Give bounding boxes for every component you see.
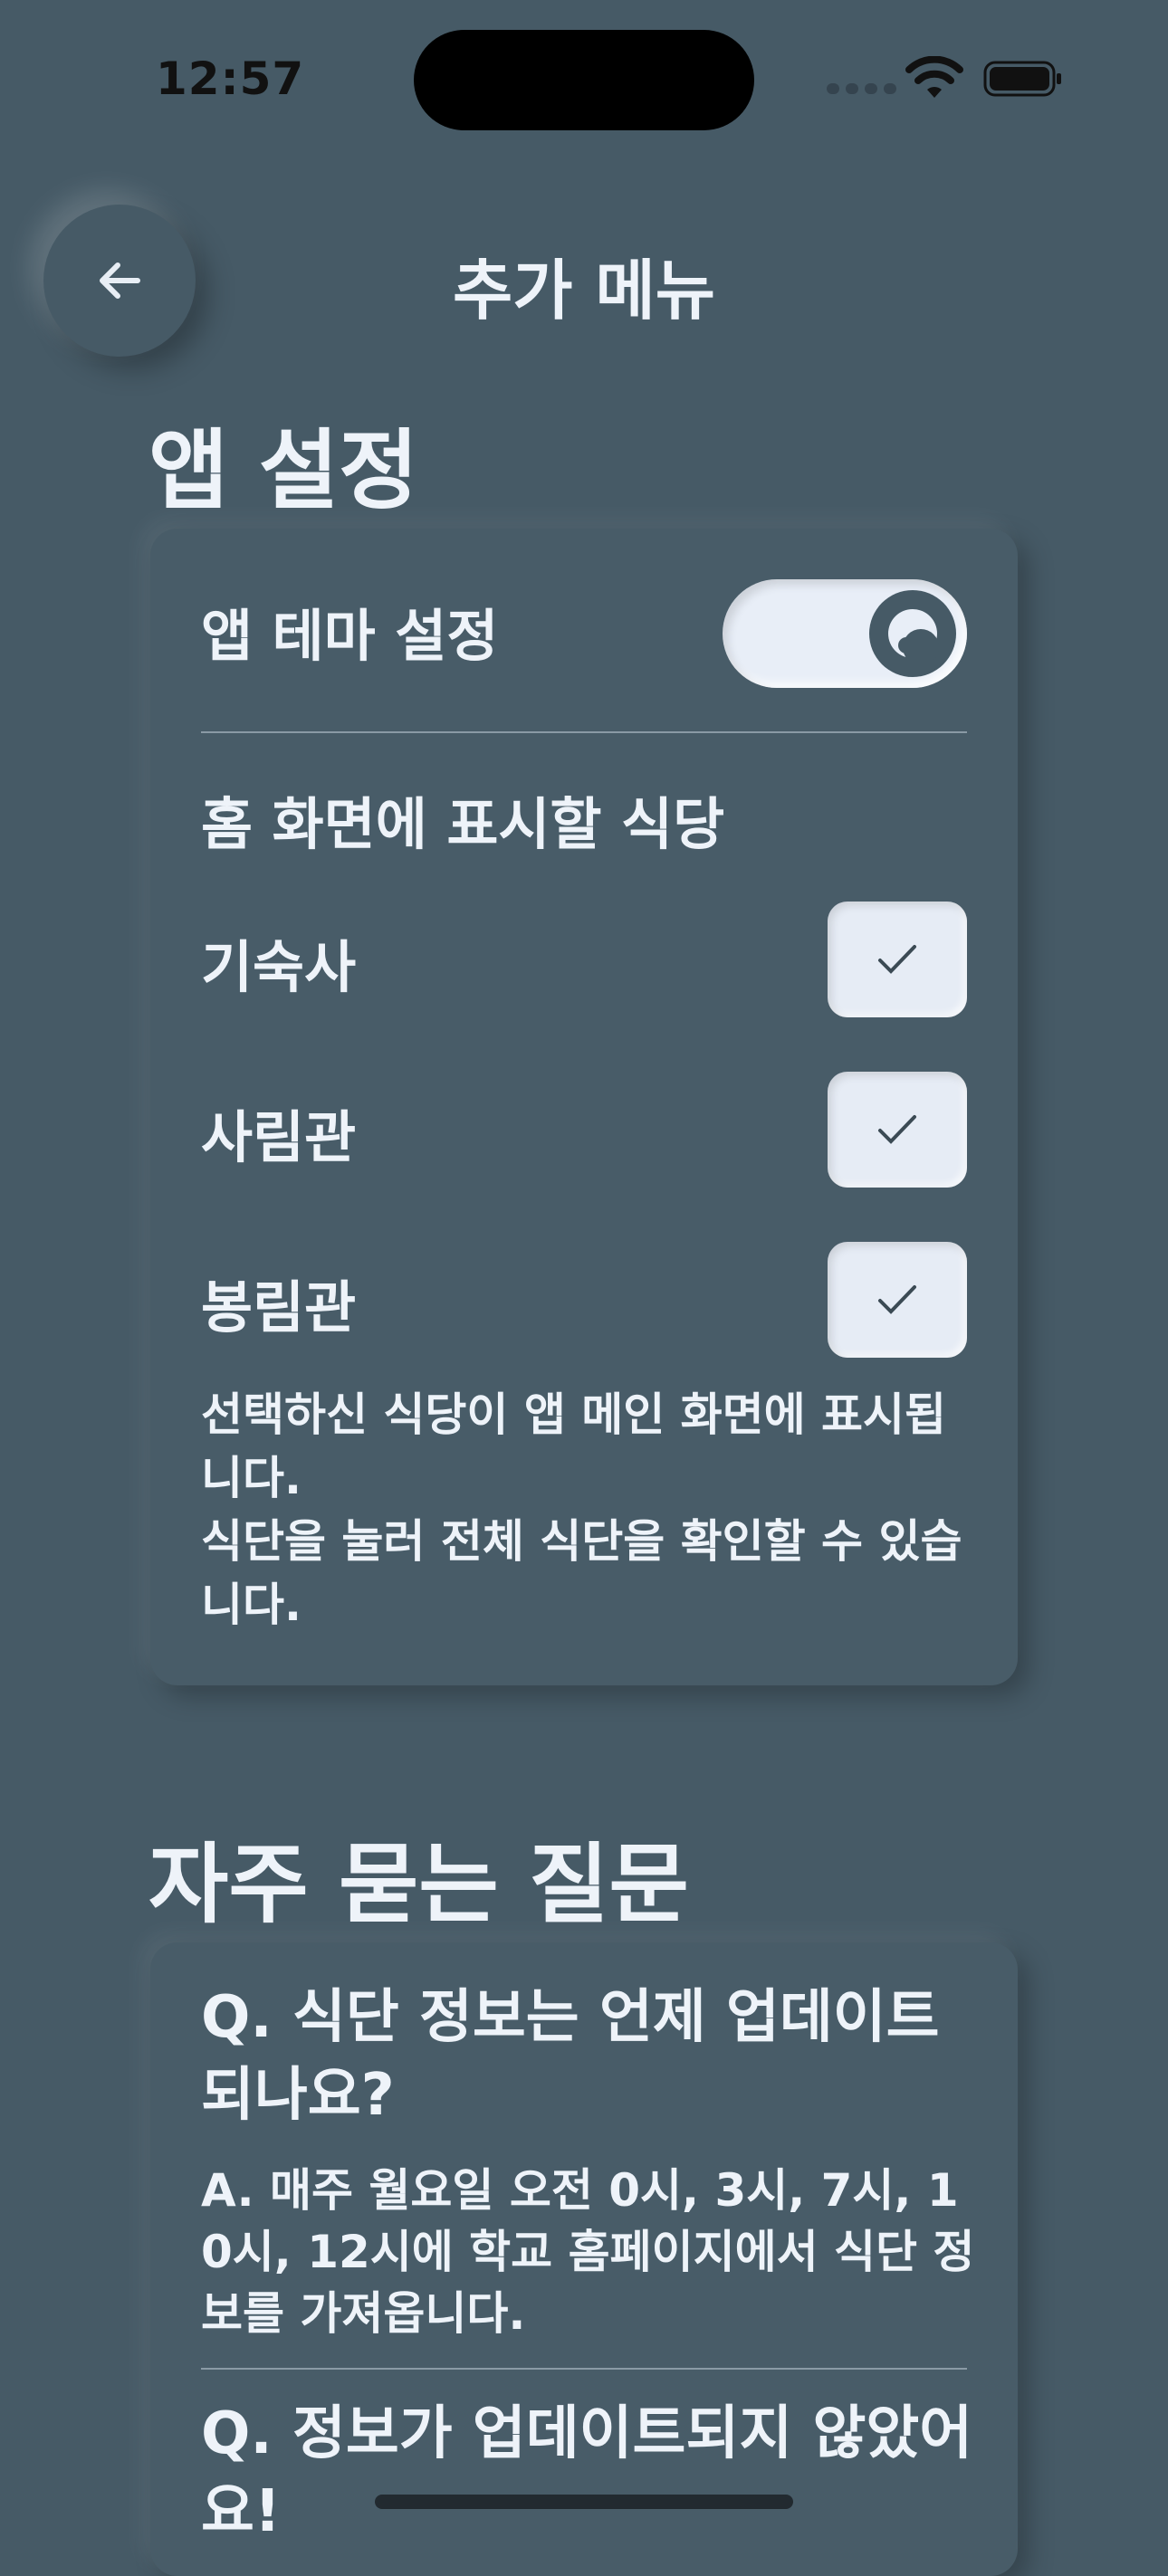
moon-icon: [888, 609, 939, 660]
toggle-knob: [869, 590, 956, 677]
home-indicator: [375, 2495, 793, 2509]
checkmark-icon: [878, 1285, 916, 1314]
faq-section-title: 자주 묻는 질문: [148, 1834, 689, 1935]
app-settings-card: 앱 테마 설정 홈 화면에 표시할 식당 기숙사 사림관 봉림관 선택하신 식당…: [150, 529, 1018, 1685]
faq-answer: A. 매주 월요일 오전 0시, 3시, 7시, 10시, 12시에 학교 홈페…: [201, 2164, 975, 2340]
app-settings-section-title: 앱 설정: [148, 420, 419, 521]
theme-toggle[interactable]: [723, 579, 967, 688]
status-time: 12:57: [156, 52, 305, 105]
restaurant-checkbox-sarim[interactable]: [828, 1072, 967, 1188]
cellular-signal-icon: [827, 83, 896, 94]
dynamic-island: [414, 30, 754, 130]
faq-question[interactable]: Q. 식단 정보는 언제 업데이트 되나요?: [201, 1979, 980, 2134]
restaurant-checkbox-dormitory[interactable]: [828, 902, 967, 1017]
restaurant-note-line1: 선택하신 식당이 앱 메인 화면에 표시됩니다.: [201, 1388, 947, 1504]
faq-card: Q. 식단 정보는 언제 업데이트 되나요? A. 매주 월요일 오전 0시, …: [150, 1942, 1018, 2576]
restaurant-checkbox-bongrim[interactable]: [828, 1242, 967, 1358]
wifi-icon: [905, 56, 963, 98]
battery-icon: [983, 61, 1061, 97]
restaurant-label-bongrim: 봉림관: [201, 1274, 357, 1340]
checkmark-icon: [878, 1115, 916, 1144]
divider: [201, 731, 967, 733]
divider: [201, 2368, 967, 2370]
restaurant-label-dormitory: 기숙사: [201, 934, 357, 1000]
restaurant-note: 선택하신 식당이 앱 메인 화면에 표시됩니다. 식단을 눌러 전체 식단을 확…: [201, 1383, 980, 1636]
checkmark-icon: [878, 945, 916, 974]
page-title: 추가 메뉴: [452, 253, 716, 329]
theme-setting-label: 앱 테마 설정: [201, 603, 499, 669]
restaurants-heading: 홈 화면에 표시할 식당: [201, 791, 725, 857]
faq-question[interactable]: Q. 정보가 업데이트되지 않았어요!: [201, 2395, 980, 2551]
restaurant-note-line2: 식단을 눌러 전체 식단을 확인할 수 있습니다.: [201, 1515, 962, 1631]
restaurant-label-sarim: 사림관: [201, 1104, 357, 1170]
